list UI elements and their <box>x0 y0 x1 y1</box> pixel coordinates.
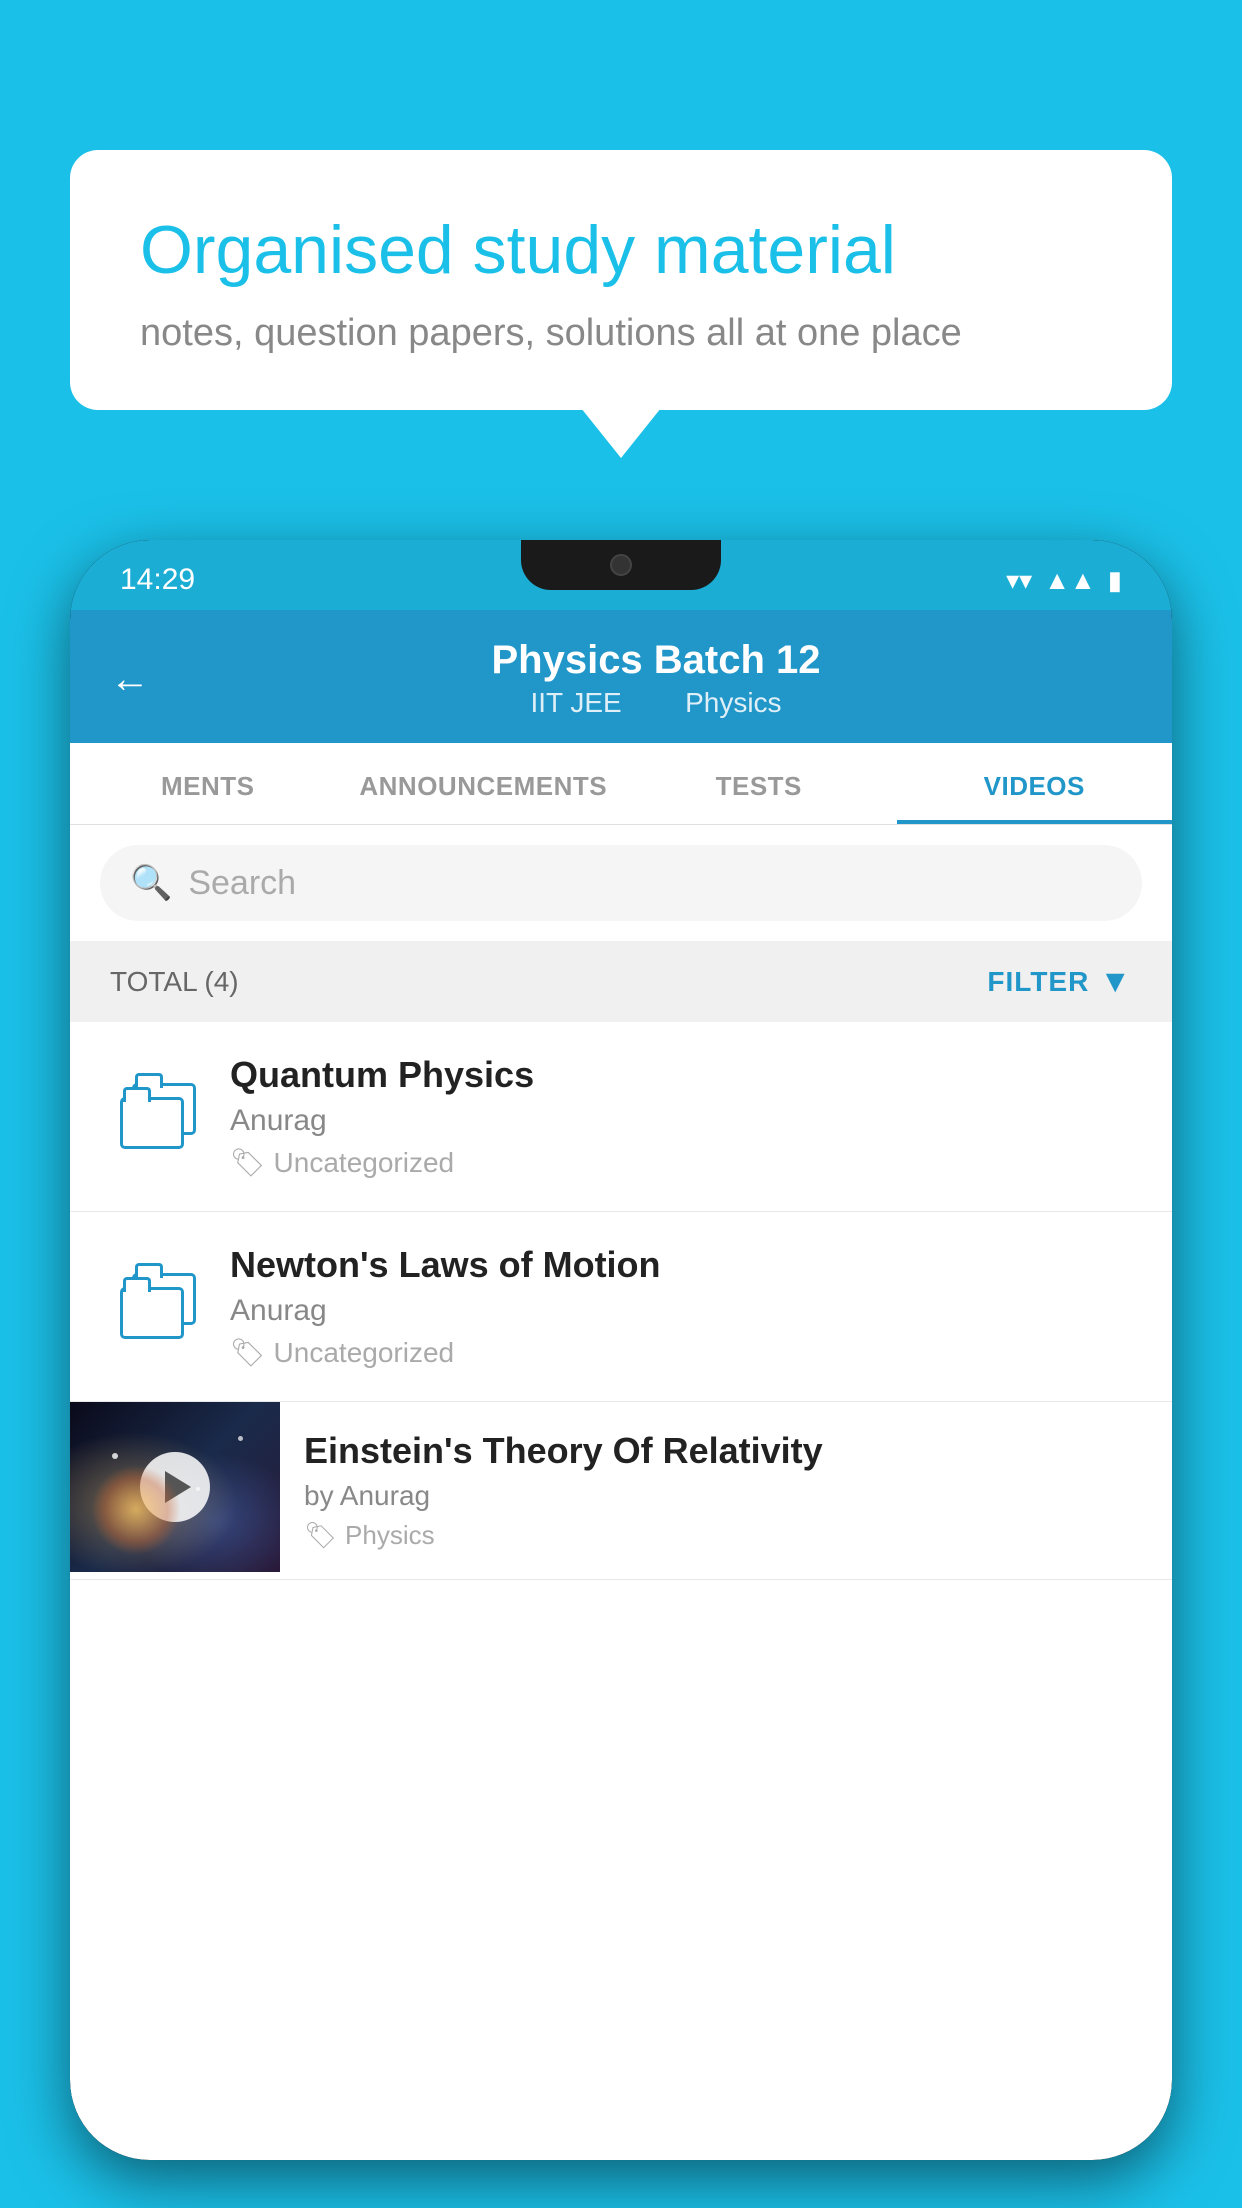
speech-bubble: Organised study material notes, question… <box>70 150 1172 410</box>
star <box>112 1453 118 1459</box>
tab-tests[interactable]: TESTS <box>621 743 897 824</box>
total-count: TOTAL (4) <box>110 966 239 998</box>
camera <box>610 554 632 576</box>
battery-icon: ▮ <box>1108 565 1122 596</box>
item-tag: 🏷 Uncategorized <box>230 1146 1142 1179</box>
item-info: Newton's Laws of Motion Anurag 🏷 Uncateg… <box>220 1244 1142 1369</box>
folder-front <box>120 1287 184 1339</box>
search-icon: 🔍 <box>130 863 172 903</box>
status-time: 14:29 <box>120 563 195 597</box>
header-subtitle: IIT JEE Physics <box>180 687 1132 719</box>
speech-bubble-container: Organised study material notes, question… <box>70 150 1172 410</box>
phone-notch <box>521 540 721 590</box>
video-tag: 🏷 Physics <box>304 1520 1148 1551</box>
folder-front-tab <box>123 1087 151 1102</box>
video-list: Quantum Physics Anurag 🏷 Uncategorized <box>70 1022 1172 2160</box>
list-item[interactable]: Quantum Physics Anurag 🏷 Uncategorized <box>70 1022 1172 1212</box>
item-author: Anurag <box>230 1294 1142 1328</box>
tag-label: Uncategorized <box>274 1147 455 1179</box>
filter-label: FILTER <box>987 966 1089 998</box>
folder-back-tab <box>135 1263 163 1278</box>
app-header: ← Physics Batch 12 IIT JEE Physics <box>70 610 1172 743</box>
phone-wrapper: 14:29 ▾▾ ▲▲ ▮ ← Physics Batch 12 IIT JEE <box>70 540 1172 2208</box>
tabs-bar: MENTS ANNOUNCEMENTS TESTS VIDEOS <box>70 743 1172 825</box>
header-title: Physics Batch 12 <box>180 638 1132 683</box>
planet <box>91 1465 181 1555</box>
phone-frame: 14:29 ▾▾ ▲▲ ▮ ← Physics Batch 12 IIT JEE <box>70 540 1172 2160</box>
item-tag: 🏷 Uncategorized <box>230 1336 1142 1369</box>
search-container: 🔍 Search <box>70 825 1172 941</box>
tab-announcements[interactable]: ANNOUNCEMENTS <box>346 743 622 824</box>
subtitle-sep <box>650 687 666 718</box>
filter-icon: ▼ <box>1099 963 1132 1000</box>
tag-label: Uncategorized <box>274 1337 455 1369</box>
subtitle-physics: Physics <box>685 687 781 718</box>
signal-icon: ▲▲ <box>1044 565 1095 596</box>
folder-back-tab <box>135 1073 163 1088</box>
video-thumbnail <box>70 1402 280 1572</box>
bubble-title: Organised study material <box>140 210 1102 292</box>
list-item[interactable]: Newton's Laws of Motion Anurag 🏷 Uncateg… <box>70 1212 1172 1402</box>
filter-bar: TOTAL (4) FILTER ▼ <box>70 941 1172 1022</box>
item-icon-wrap <box>100 1083 220 1151</box>
video-author: by Anurag <box>304 1480 1148 1512</box>
search-placeholder: Search <box>188 864 296 903</box>
subtitle-iitjee: IIT JEE <box>530 687 621 718</box>
folder-icon <box>120 1273 200 1341</box>
item-title: Quantum Physics <box>230 1054 1142 1096</box>
filter-button[interactable]: FILTER ▼ <box>987 963 1132 1000</box>
tag-icon: 🏷 <box>304 1520 337 1551</box>
wifi-icon: ▾▾ <box>1006 565 1032 596</box>
tag-icon: 🏷 <box>230 1146 266 1179</box>
video-info: Einstein's Theory Of Relativity by Anura… <box>280 1402 1172 1579</box>
item-author: Anurag <box>230 1104 1142 1138</box>
folder-icon <box>120 1083 200 1151</box>
list-item-video[interactable]: Einstein's Theory Of Relativity by Anura… <box>70 1402 1172 1580</box>
status-icons: ▾▾ ▲▲ ▮ <box>1006 565 1122 596</box>
item-title: Newton's Laws of Motion <box>230 1244 1142 1286</box>
star <box>238 1436 243 1441</box>
item-info: Quantum Physics Anurag 🏷 Uncategorized <box>220 1054 1142 1179</box>
bubble-subtitle: notes, question papers, solutions all at… <box>140 312 1102 355</box>
folder-front <box>120 1097 184 1149</box>
item-icon-wrap <box>100 1273 220 1341</box>
search-box[interactable]: 🔍 Search <box>100 845 1142 921</box>
stars-bg <box>70 1402 280 1572</box>
video-title: Einstein's Theory Of Relativity <box>304 1430 1148 1472</box>
header-text: Physics Batch 12 IIT JEE Physics <box>180 638 1132 719</box>
tab-videos[interactable]: VIDEOS <box>897 743 1173 824</box>
tag-icon: 🏷 <box>230 1336 266 1369</box>
star <box>196 1487 200 1491</box>
tag-label: Physics <box>345 1520 435 1551</box>
tab-ments[interactable]: MENTS <box>70 743 346 824</box>
background: Organised study material notes, question… <box>0 0 1242 2208</box>
folder-front-tab <box>123 1277 151 1292</box>
phone-screen: 14:29 ▾▾ ▲▲ ▮ ← Physics Batch 12 IIT JEE <box>70 540 1172 2160</box>
back-button[interactable]: ← <box>110 659 150 699</box>
video-thumbnail-inner <box>70 1402 280 1572</box>
